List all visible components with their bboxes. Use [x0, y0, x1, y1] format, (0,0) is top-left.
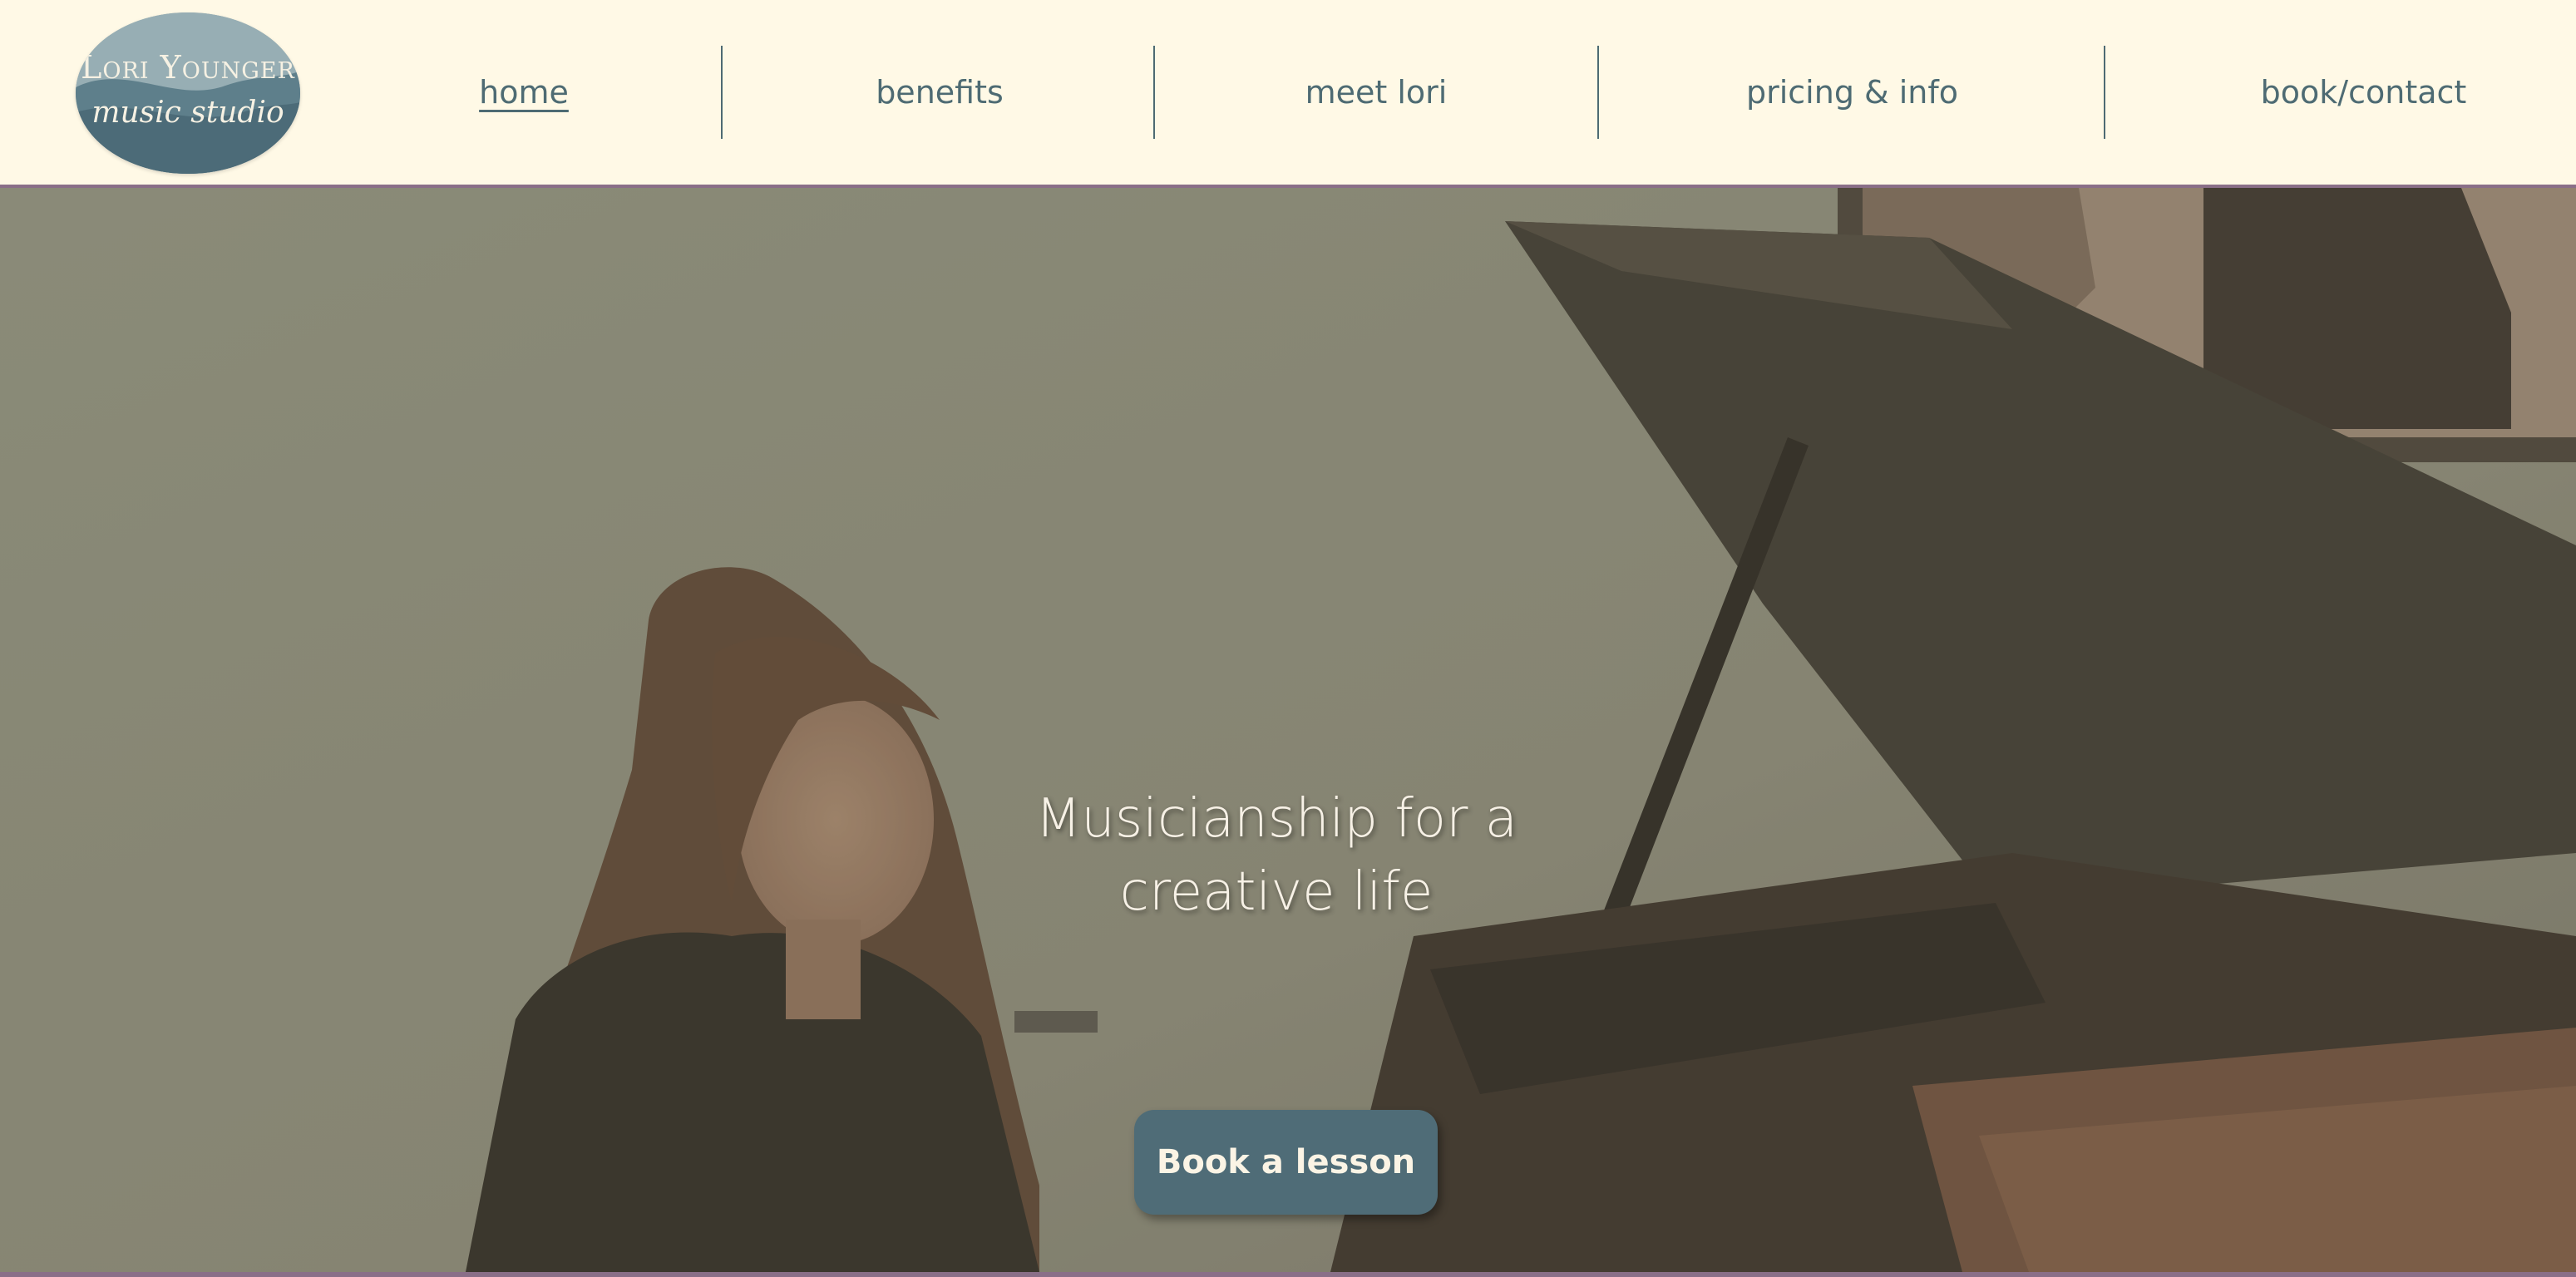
hero-headline: Musicianship for a creative life [955, 782, 1597, 929]
nav-home[interactable]: home [432, 0, 615, 185]
nav-meet-lori[interactable]: meet lori [1256, 0, 1497, 185]
book-lesson-button[interactable]: Book a lesson [1134, 1110, 1438, 1215]
site-header: Lori Younger music studio home benefits … [0, 0, 2576, 188]
logo-studio-name: Lori Younger [81, 49, 295, 86]
nav-pricing-info[interactable]: pricing & info [1705, 0, 2000, 185]
studio-logo[interactable]: Lori Younger music studio [76, 12, 300, 174]
hero-bottom-border [0, 1272, 2576, 1277]
nav-book-contact[interactable]: book/contact [2212, 0, 2515, 185]
nav-benefits[interactable]: benefits [823, 0, 1056, 185]
hero-headline-line2: creative life [1119, 861, 1434, 923]
nav-divider [721, 46, 723, 139]
logo-wave-graphic [76, 12, 300, 174]
hero-headline-line1: Musicianship for a [1035, 788, 1517, 850]
logo-tagline: music studio [91, 96, 284, 130]
nav-divider [2104, 46, 2105, 139]
nav-divider [1153, 46, 1155, 139]
nav-divider [1597, 46, 1599, 139]
